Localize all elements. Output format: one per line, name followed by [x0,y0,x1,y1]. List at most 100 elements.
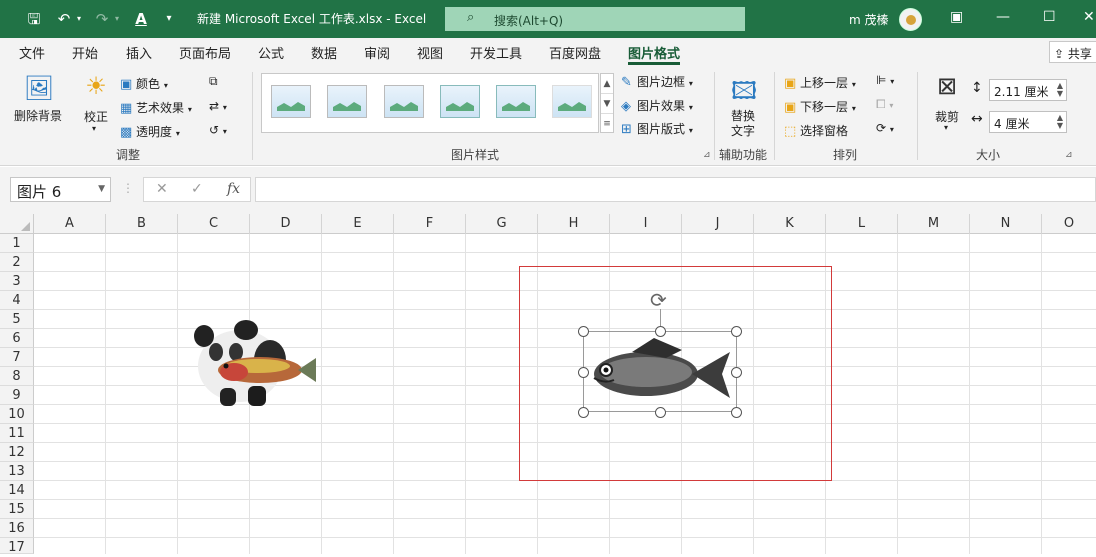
column-header[interactable]: K [754,214,826,234]
rotate-handle-icon[interactable]: ⟳ [650,288,667,312]
resize-handle[interactable] [731,367,742,378]
style-thumbnail[interactable] [271,85,311,118]
column-header[interactable]: A [34,214,106,234]
selection-pane-button[interactable]: ⬚ 选择窗格 [784,122,848,139]
height-stepper[interactable]: 2.11 厘米 ▲ ▼ [989,79,1067,101]
resize-handle[interactable] [578,326,589,337]
row-header[interactable]: 1 [0,234,34,253]
tab-formulas[interactable]: 公式 [258,43,284,62]
send-backward-button[interactable]: ▣ 下移一层 ▾ [784,98,856,115]
select-all-button[interactable] [0,214,34,234]
insert-function-icon[interactable]: fx [227,181,240,197]
undo-icon[interactable]: ↶ [54,9,74,29]
column-header[interactable]: G [466,214,538,234]
column-header[interactable]: N [970,214,1042,234]
formula-input[interactable] [255,177,1096,202]
column-header[interactable]: E [322,214,394,234]
style-thumbnail[interactable] [440,85,480,118]
avatar[interactable] [899,8,922,31]
redo-dropdown-icon[interactable]: ▾ [112,9,122,29]
drag-handle-icon[interactable]: ⋮ [122,181,134,195]
row-header[interactable]: 8 [0,367,34,386]
column-header[interactable]: B [106,214,178,234]
align-icon[interactable]: ⊫ ▾ [876,73,894,87]
tab-insert[interactable]: 插入 [126,43,152,62]
bring-forward-button[interactable]: ▣ 上移一层 ▾ [784,74,856,91]
style-thumbnail[interactable] [384,85,424,118]
gallery-up-icon[interactable]: ▲ [601,74,613,94]
tab-home[interactable]: 开始 [72,43,98,62]
style-thumbnail[interactable] [327,85,367,118]
row-header[interactable]: 2 [0,253,34,272]
change-picture-icon[interactable]: ⇄ ▾ [209,99,227,113]
column-header[interactable]: J [682,214,754,234]
row-header[interactable]: 6 [0,329,34,348]
row-header[interactable]: 10 [0,405,34,424]
picture-styles-gallery[interactable] [261,73,599,133]
tab-baidu-netdisk[interactable]: 百度网盘 [549,43,601,62]
enter-icon[interactable]: ✓ [191,181,203,197]
row-header[interactable]: 13 [0,462,34,481]
column-header[interactable]: M [898,214,970,234]
gallery-more-icon[interactable]: ≡ [601,114,613,134]
tab-file[interactable]: 文件 [19,43,45,62]
undo-dropdown-icon[interactable]: ▾ [74,9,84,29]
row-header[interactable]: 17 [0,538,34,555]
compress-pictures-icon[interactable]: ⧉ [209,74,218,89]
gallery-down-icon[interactable]: ▼ [601,94,613,114]
row-header[interactable]: 3 [0,272,34,291]
column-header[interactable]: I [610,214,682,234]
spin-arrows-icon[interactable]: ▲ ▼ [1057,82,1063,98]
tab-review[interactable]: 审阅 [364,43,390,62]
column-header[interactable]: D [250,214,322,234]
fish-picture[interactable] [583,331,737,412]
maximize-icon[interactable]: ☐ [1043,9,1056,25]
spin-arrows-icon[interactable]: ▲ ▼ [1057,114,1063,130]
group-objects-icon[interactable]: ⧠ ▾ [876,97,893,112]
row-header[interactable]: 9 [0,386,34,405]
search-input[interactable]: ⌕ 搜索(Alt+Q) [445,7,745,31]
artistic-effects-button[interactable]: ▦ 艺术效果 ▾ [120,99,192,116]
tab-developer[interactable]: 开发工具 [470,43,522,62]
picture-layout-button[interactable]: ⊞ 图片版式 ▾ [621,120,693,137]
redo-icon[interactable]: ↷ [92,9,112,29]
resize-handle[interactable] [578,367,589,378]
font-color-icon[interactable]: A [131,9,151,29]
row-header[interactable]: 16 [0,519,34,538]
column-header[interactable]: C [178,214,250,234]
column-header[interactable]: L [826,214,898,234]
row-header[interactable]: 14 [0,481,34,500]
row-header[interactable]: 12 [0,443,34,462]
picture-border-button[interactable]: ✎ 图片边框 ▾ [621,73,693,90]
tab-view[interactable]: 视图 [417,43,443,62]
row-header[interactable]: 11 [0,424,34,443]
user-name[interactable]: m 茂榛 [849,11,889,28]
width-stepper[interactable]: 4 厘米 ▲ ▼ [989,111,1067,133]
resize-handle[interactable] [655,407,666,418]
column-header[interactable]: O [1042,214,1096,234]
share-button[interactable]: ⇪ 共享 [1049,41,1096,63]
tab-data[interactable]: 数据 [311,43,337,62]
reset-picture-icon[interactable]: ↺ ▾ [209,123,227,137]
close-icon[interactable]: ✕ [1083,9,1095,25]
picture-effects-button[interactable]: ◈ 图片效果 ▾ [621,97,693,114]
resize-handle[interactable] [578,407,589,418]
row-header[interactable]: 4 [0,291,34,310]
dialog-launcher-icon[interactable]: ⊿ [1065,150,1073,160]
customize-qat-icon[interactable]: ▾ [162,9,176,29]
style-thumbnail[interactable] [496,85,536,118]
column-header[interactable]: F [394,214,466,234]
chevron-down-icon[interactable]: ▼ [98,184,105,194]
transparency-button[interactable]: ▩ 透明度 ▾ [120,123,180,140]
row-header[interactable]: 5 [0,310,34,329]
tab-picture-format[interactable]: 图片格式 [628,43,680,62]
tab-page-layout[interactable]: 页面布局 [179,43,231,62]
column-header[interactable]: H [538,214,610,234]
ribbon-display-icon[interactable]: ▣ [950,9,963,25]
resize-handle[interactable] [655,326,666,337]
cancel-icon[interactable]: ✕ [156,181,168,197]
save-icon[interactable]: 🖫 [24,9,44,29]
dialog-launcher-icon[interactable]: ⊿ [703,150,711,160]
style-thumbnail[interactable] [552,85,592,118]
color-button[interactable]: ▣ 颜色 ▾ [120,75,168,92]
